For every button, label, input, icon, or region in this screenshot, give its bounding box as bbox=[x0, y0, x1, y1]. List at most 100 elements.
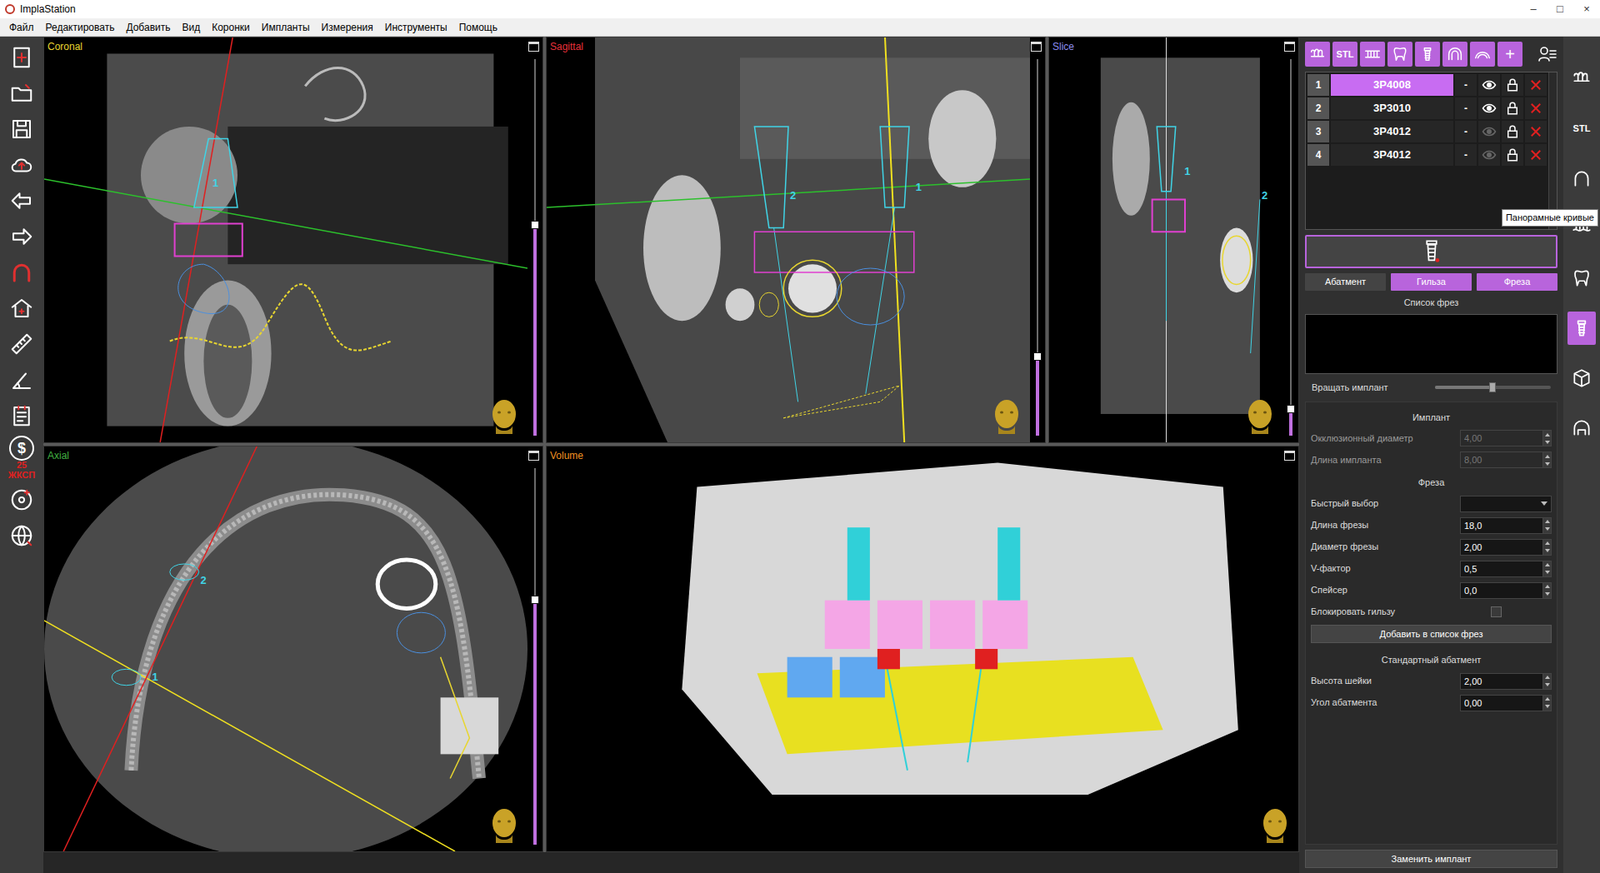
eye-visible-icon[interactable] bbox=[1478, 97, 1500, 120]
checkbox[interactable] bbox=[1490, 606, 1502, 618]
spin-down-icon[interactable] bbox=[1545, 527, 1550, 531]
tab[interactable]: Фреза bbox=[1476, 273, 1558, 291]
spin-down-icon[interactable] bbox=[1545, 592, 1550, 596]
jaw-icon[interactable] bbox=[1470, 41, 1495, 67]
implant-marker[interactable]: 2 bbox=[788, 187, 798, 205]
user-list-icon[interactable] bbox=[1537, 44, 1558, 65]
tab[interactable]: Абатмент bbox=[1305, 273, 1386, 291]
spin-arrows[interactable] bbox=[1543, 695, 1552, 712]
toolbar-button[interactable]: STL bbox=[1332, 41, 1358, 67]
implant-name[interactable]: 3P4012 bbox=[1330, 120, 1454, 143]
eye-hidden-icon[interactable] bbox=[1478, 144, 1500, 166]
slider-track[interactable] bbox=[534, 468, 536, 845]
spin-box[interactable] bbox=[1460, 517, 1552, 535]
field-input[interactable] bbox=[1460, 673, 1544, 690]
implant-row[interactable]: 13P4008- bbox=[1307, 74, 1547, 96]
spin-box[interactable] bbox=[1460, 582, 1552, 600]
spin-up-icon[interactable] bbox=[1545, 541, 1550, 545]
scan-canvas[interactable]: Coronal1 bbox=[44, 37, 528, 443]
lock-icon[interactable] bbox=[1501, 97, 1524, 120]
menu-item[interactable]: Помощь bbox=[453, 20, 504, 35]
spin-up-icon[interactable] bbox=[1545, 563, 1550, 567]
implant-marker[interactable]: 1 bbox=[914, 179, 924, 196]
spin-box[interactable] bbox=[1460, 695, 1552, 712]
spin-up-icon[interactable] bbox=[1545, 697, 1550, 701]
maximize-view-icon[interactable] bbox=[1284, 450, 1295, 461]
implant-marker[interactable]: 2 bbox=[199, 572, 209, 590]
home-view-icon[interactable] bbox=[5, 292, 38, 325]
angle-measure-icon[interactable] bbox=[5, 364, 38, 396]
menu-item[interactable]: Импланты bbox=[255, 20, 316, 35]
disc-export-icon[interactable] bbox=[5, 484, 38, 516]
slider-thumb[interactable] bbox=[530, 220, 540, 230]
implant-name[interactable]: 3P4008 bbox=[1330, 74, 1454, 96]
spin-down-icon[interactable] bbox=[1545, 440, 1550, 445]
head-orientation-icon[interactable] bbox=[487, 397, 521, 436]
side-button[interactable]: STL bbox=[1567, 111, 1596, 145]
menu-item[interactable]: Вид bbox=[175, 20, 206, 35]
tab[interactable]: Гильза bbox=[1390, 273, 1472, 291]
redo-arrow-icon[interactable] bbox=[5, 220, 38, 253]
panoramic-curve-icon[interactable] bbox=[1567, 161, 1596, 195]
field-input[interactable] bbox=[1460, 539, 1544, 556]
price-counter[interactable]: $25ЖКСП bbox=[8, 435, 35, 480]
menu-item[interactable]: Добавить bbox=[120, 20, 176, 35]
spin-down-icon[interactable] bbox=[1545, 570, 1550, 575]
spin-box[interactable] bbox=[1460, 451, 1552, 469]
implant-row[interactable]: 33P4012- bbox=[1307, 120, 1547, 143]
replace-implant-button[interactable]: Заменить имплант bbox=[1305, 850, 1558, 870]
field-input[interactable] bbox=[1460, 582, 1544, 600]
implant-library-icon[interactable] bbox=[1305, 235, 1558, 269]
panoramic-curve-icon[interactable] bbox=[5, 256, 38, 289]
slider-thumb[interactable] bbox=[1286, 405, 1295, 414]
close-button[interactable]: × bbox=[1573, 0, 1600, 18]
spin-box[interactable] bbox=[1460, 539, 1552, 556]
viewport[interactable]: Coronal1 bbox=[43, 36, 544, 444]
quick-select[interactable] bbox=[1460, 495, 1552, 513]
menu-item[interactable]: Редактировать bbox=[40, 20, 121, 35]
implant-marker[interactable]: 1 bbox=[150, 669, 160, 686]
head-orientation-icon[interactable] bbox=[990, 397, 1024, 436]
eye-hidden-icon[interactable] bbox=[1478, 120, 1500, 143]
undo-arrow-icon[interactable] bbox=[5, 185, 38, 217]
spin-arrows[interactable] bbox=[1543, 673, 1552, 690]
menu-item[interactable]: Коронки bbox=[205, 20, 256, 35]
implant-name[interactable]: 3P3010 bbox=[1330, 97, 1454, 120]
slice-slider[interactable] bbox=[527, 37, 543, 443]
delete-x-icon[interactable] bbox=[1525, 97, 1547, 120]
cloud-upload-icon[interactable] bbox=[5, 149, 38, 181]
minimize-button[interactable]: – bbox=[1520, 0, 1547, 18]
rotate-slider-thumb[interactable] bbox=[1489, 382, 1496, 393]
viewport[interactable]: Axial21 bbox=[43, 445, 544, 853]
spin-up-icon[interactable] bbox=[1545, 675, 1550, 680]
slice-slider[interactable] bbox=[527, 446, 543, 852]
add-drill-button[interactable]: Добавить в список фрез bbox=[1310, 625, 1552, 645]
report-icon[interactable] bbox=[5, 400, 38, 432]
maximize-view-icon[interactable] bbox=[528, 450, 540, 461]
spin-up-icon[interactable] bbox=[1545, 585, 1550, 589]
spin-box[interactable] bbox=[1460, 560, 1552, 578]
delete-x-icon[interactable] bbox=[1525, 74, 1547, 96]
implant-marker[interactable]: 1 bbox=[1182, 163, 1192, 180]
implant-marker[interactable]: 1 bbox=[210, 175, 220, 192]
menu-item[interactable]: Инструменты bbox=[379, 20, 454, 35]
open-folder-icon[interactable] bbox=[5, 77, 38, 110]
spin-box[interactable] bbox=[1460, 673, 1552, 690]
slice-slider[interactable] bbox=[1283, 37, 1299, 443]
implant-row[interactable]: 43P4012- bbox=[1307, 144, 1547, 166]
viewport[interactable]: Volume bbox=[545, 445, 1300, 853]
slice-slider[interactable] bbox=[1030, 37, 1045, 443]
implant-marker[interactable]: 2 bbox=[1260, 187, 1270, 205]
implant-name[interactable]: 3P4012 bbox=[1330, 144, 1454, 166]
eye-visible-icon[interactable] bbox=[1478, 74, 1500, 96]
head-orientation-icon[interactable] bbox=[1258, 806, 1292, 845]
save-icon[interactable] bbox=[5, 113, 38, 145]
delete-x-icon[interactable] bbox=[1525, 120, 1547, 143]
slider-thumb[interactable] bbox=[530, 595, 540, 605]
spin-down-icon[interactable] bbox=[1545, 705, 1550, 709]
slider-thumb[interactable] bbox=[1033, 352, 1042, 361]
slider-track[interactable] bbox=[1290, 59, 1292, 436]
scan-canvas[interactable]: Sagittal21 bbox=[546, 37, 1030, 443]
spin-arrows[interactable] bbox=[1543, 560, 1552, 578]
toolbar-button[interactable]: + bbox=[1497, 41, 1523, 67]
